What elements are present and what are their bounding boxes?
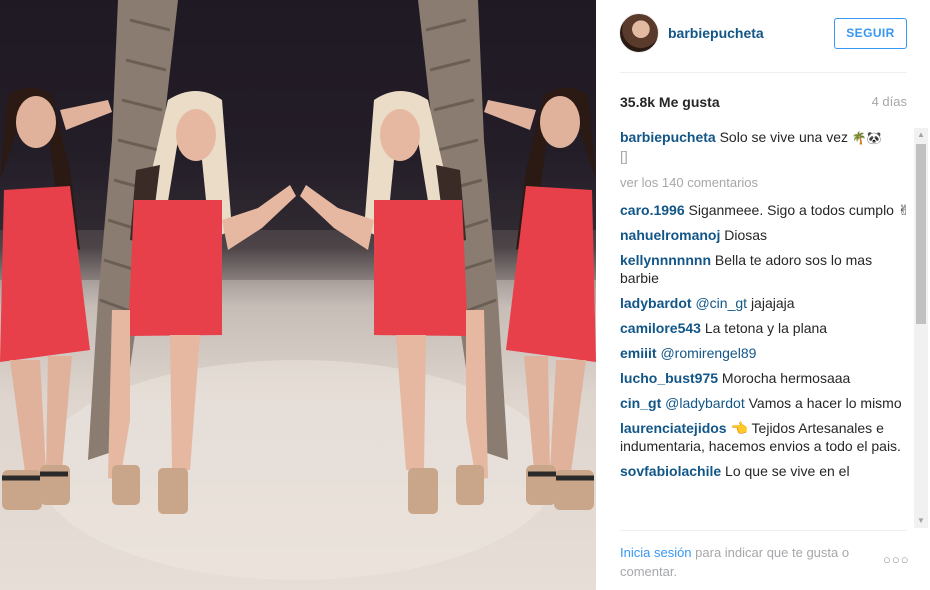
login-link[interactable]: Inicia sesión — [620, 545, 692, 560]
header-divider — [620, 72, 907, 73]
caption-text: Solo se vive una vez — [719, 129, 848, 145]
list-item: kellynnnnnnn Bella te adoro sos lo mas b… — [620, 251, 912, 287]
comment-text: Vamos a hacer lo mismo — [748, 395, 902, 411]
comment-username[interactable]: camilore543 — [620, 320, 701, 336]
comment-list: barbiepucheta Solo se vive una vez 🌴🐼 []… — [620, 128, 912, 528]
caption-bracket: [] — [620, 148, 628, 164]
comment-username[interactable]: caro.1996 — [620, 202, 685, 218]
comment-username[interactable]: emiiit — [620, 345, 657, 361]
comment-username[interactable]: sovfabiolachile — [620, 463, 721, 479]
list-item: cin_gt @ladybardot Vamos a hacer lo mism… — [620, 394, 912, 412]
comment-text: Morocha hermosaaa — [721, 370, 851, 386]
post-photo — [0, 0, 596, 590]
comment-username[interactable]: lucho_bust975 — [620, 370, 718, 386]
post-time[interactable]: 4 días — [872, 94, 907, 109]
comment-username[interactable]: nahuelromanoj — [620, 227, 720, 243]
caption: barbiepucheta Solo se vive una vez 🌴🐼 [] — [620, 128, 912, 165]
header-username[interactable]: barbiepucheta — [668, 25, 764, 41]
scroll-down-arrow-icon[interactable]: ▼ — [914, 514, 928, 528]
post-header: barbiepucheta SEGUIR — [596, 0, 930, 72]
comment-username[interactable]: laurenciatejidos — [620, 420, 727, 436]
comment-text: Lo que se vive en el — [725, 463, 850, 479]
comment-mention[interactable]: @cin_gt — [695, 295, 747, 311]
list-item: emiiit @romirengel89 — [620, 344, 912, 362]
comment-text: jajajaja — [750, 295, 795, 311]
login-prompt: Inicia sesión para indicar que te gusta … — [620, 543, 880, 581]
view-all-comments-link[interactable]: ver los 140 comentarios — [620, 174, 912, 192]
comment-mention[interactable]: @romirengel89 — [660, 345, 756, 361]
caption-emoji: 🌴🐼 — [851, 131, 882, 145]
list-item: laurenciatejidos 👈 Tejidos Artesanales e… — [620, 419, 912, 455]
comment-text: Siganmeee. Sigo a todos cumplo ✌ — [688, 202, 910, 218]
list-item: nahuelromanoj Diosas — [620, 226, 912, 244]
more-options-icon[interactable]: ○○○ — [883, 552, 910, 567]
list-item: sovfabiolachile Lo que se vive en el — [620, 462, 912, 480]
scrollbar-thumb[interactable] — [916, 144, 926, 324]
comment-mention[interactable]: @ladybardot — [665, 395, 745, 411]
follow-button[interactable]: SEGUIR — [834, 18, 907, 49]
comment-username[interactable]: kellynnnnnnn — [620, 252, 711, 268]
scroll-up-arrow-icon[interactable]: ▲ — [914, 128, 928, 142]
list-item: camilore543 La tetona y la plana — [620, 319, 912, 337]
avatar[interactable] — [619, 13, 659, 53]
footer-divider — [620, 530, 907, 531]
list-item: ladybardot @cin_gt jajajaja — [620, 294, 912, 312]
caption-username[interactable]: barbiepucheta — [620, 129, 716, 145]
comments-scrollbar[interactable]: ▲ ▼ — [914, 128, 928, 528]
comment-username[interactable]: ladybardot — [620, 295, 692, 311]
comment-text: La tetona y la plana — [704, 320, 828, 336]
comment-text: Diosas — [724, 227, 768, 243]
like-count[interactable]: 35.8k Me gusta — [620, 94, 720, 110]
list-item: caro.1996 Siganmeee. Sigo a todos cumplo… — [620, 201, 912, 219]
list-item: lucho_bust975 Morocha hermosaaa — [620, 369, 912, 387]
comment-username[interactable]: cin_gt — [620, 395, 661, 411]
post-side-panel: barbiepucheta SEGUIR 35.8k Me gusta 4 dí… — [596, 0, 930, 590]
